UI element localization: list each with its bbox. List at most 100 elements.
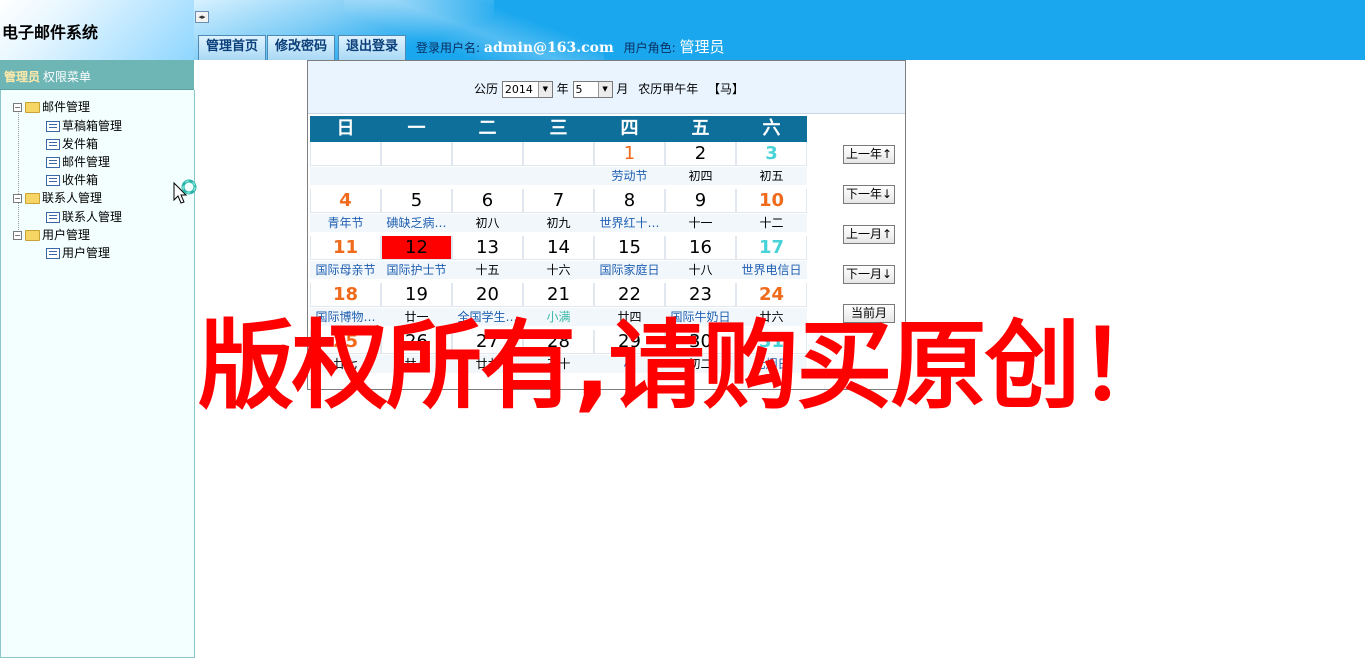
calendar-day[interactable]: 15 xyxy=(594,236,665,260)
role-value: 管理员 xyxy=(679,38,725,56)
lunar-date-label: 初五 xyxy=(736,167,807,185)
weekday-header: 五 xyxy=(665,116,736,142)
tab-home[interactable]: 管理首页 xyxy=(198,35,267,60)
tree-item-label: 草稿箱管理 xyxy=(62,119,123,133)
tree-item-drafts[interactable]: 草稿箱管理 xyxy=(46,117,122,135)
weekday-header: 四 xyxy=(594,116,665,142)
calendar-day[interactable]: 7 xyxy=(523,189,594,213)
collapse-icon[interactable]: − xyxy=(13,103,22,112)
month-label: 月 xyxy=(616,82,629,96)
year-select-value: 2014 xyxy=(504,83,533,96)
calendar-header: 公历 2014 ▼ 年 5 ▼ 月 农历甲午年 【马】 xyxy=(308,61,905,114)
prev-month-button[interactable]: 上一月↑ xyxy=(843,225,895,244)
tree-item-inbox[interactable]: 收件箱 xyxy=(46,171,98,189)
sidebar-role: 管理员 xyxy=(4,70,41,84)
calendar-day[interactable]: 24 xyxy=(736,283,807,307)
calendar-day[interactable]: 20 xyxy=(452,283,523,307)
calendar-day[interactable]: 13 xyxy=(452,236,523,260)
calendar-day[interactable]: 14 xyxy=(523,236,594,260)
weekday-header: 一 xyxy=(381,116,452,142)
tree-item-outbox[interactable]: 发件箱 xyxy=(46,135,98,153)
calendar-selector-row: 公历 2014 ▼ 年 5 ▼ 月 农历甲午年 【马】 xyxy=(474,80,744,98)
sidebar-toggle-icon[interactable]: ◂▸ xyxy=(195,11,209,23)
solar-label: 公历 xyxy=(474,82,499,96)
tree-item-label: 用户管理 xyxy=(62,246,111,260)
role-label: 用户角色: xyxy=(623,41,676,55)
month-select[interactable]: 5 ▼ xyxy=(572,81,613,98)
calendar-day[interactable]: 10 xyxy=(736,189,807,213)
calendar-day[interactable]: 11 xyxy=(310,236,381,260)
tree-item-users[interactable]: 用户管理 xyxy=(46,244,110,262)
login-info: 登录用户名: admin@163.com 用户角色: 管理员 xyxy=(416,36,725,57)
zodiac: 【马】 xyxy=(708,82,745,96)
calendar-day[interactable]: 5 xyxy=(381,189,452,213)
calendar-day[interactable]: 19 xyxy=(381,283,452,307)
calendar-day[interactable]: 21 xyxy=(523,283,594,307)
calendar-day[interactable]: 12 xyxy=(381,236,452,260)
tab-logout[interactable]: 退出登录 xyxy=(338,35,407,60)
mouse-pointer-busy-icon xyxy=(173,179,197,204)
lunar-date-label: 十六 xyxy=(523,261,594,279)
prev-year-button[interactable]: 上一年↑ xyxy=(843,145,895,164)
page-icon xyxy=(46,248,60,259)
tree-item-label: 收件箱 xyxy=(62,173,99,187)
year-select[interactable]: 2014 ▼ xyxy=(501,81,553,98)
calendar-day[interactable]: 1 xyxy=(594,142,665,166)
folder-icon xyxy=(25,230,40,241)
calendar-day[interactable]: 9 xyxy=(665,189,736,213)
lunar-date-label: 十五 xyxy=(452,261,523,279)
calendar-day[interactable]: 4 xyxy=(310,189,381,213)
month-select-value: 5 xyxy=(575,83,583,96)
page: 电子邮件系统 ◂▸ 管理首页 修改密码 退出登录 登录用户名: admin@16… xyxy=(0,0,1365,661)
next-year-button[interactable]: 下一年↓ xyxy=(843,185,895,204)
calendar-day[interactable]: 3 xyxy=(736,142,807,166)
lunar-date-label: 国际母亲节 xyxy=(310,261,381,279)
lunar-date-label: 初八 xyxy=(452,214,523,232)
collapse-icon[interactable]: − xyxy=(13,194,22,203)
tree-item-label: 联系人管理 xyxy=(62,210,123,224)
tree-item-contacts[interactable]: 联系人管理 xyxy=(46,208,122,226)
calendar-day[interactable]: 17 xyxy=(736,236,807,260)
lunar-date-label xyxy=(523,167,594,185)
tree-group-mail[interactable]: − 邮件管理 xyxy=(13,98,90,116)
calendar-day[interactable]: 2 xyxy=(665,142,736,166)
tree-item-label: 邮件管理 xyxy=(62,155,111,169)
tree-connector xyxy=(18,111,19,238)
sidebar-tree: − 邮件管理 草稿箱管理 发件箱 邮件管理 收件箱 − 联系人管理 联系人管理 − 用… xyxy=(0,90,195,658)
next-month-button[interactable]: 下一月↓ xyxy=(843,265,895,284)
calendar-day[interactable]: 23 xyxy=(665,283,736,307)
tree-item-label: 发件箱 xyxy=(62,137,99,151)
tree-group-label: 邮件管理 xyxy=(42,100,91,114)
calendar-day[interactable]: 16 xyxy=(665,236,736,260)
lunar-date-label: 国际护士节 xyxy=(381,261,452,279)
login-user-value: admin@163.com xyxy=(483,40,614,56)
lunar-year: 农历甲午年 xyxy=(638,82,699,96)
lunar-date-label: 国际家庭日 xyxy=(594,261,665,279)
calendar-day[interactable]: 6 xyxy=(452,189,523,213)
tree-group-contacts[interactable]: − 联系人管理 xyxy=(13,189,102,207)
page-icon xyxy=(46,157,60,168)
year-label: 年 xyxy=(556,82,569,96)
tree-group-users[interactable]: − 用户管理 xyxy=(13,226,90,244)
lunar-date-label: 初九 xyxy=(523,214,594,232)
dropdown-arrow-icon: ▼ xyxy=(537,82,552,97)
calendar-day[interactable]: 18 xyxy=(310,283,381,307)
lunar-date-label: 劳动节 xyxy=(594,167,665,185)
tree-group-label: 联系人管理 xyxy=(42,191,103,205)
collapse-icon[interactable]: − xyxy=(13,231,22,240)
page-icon xyxy=(46,121,60,132)
calendar-empty-cell xyxy=(523,142,594,166)
app-title: 电子邮件系统 xyxy=(2,23,99,42)
calendar-empty-cell xyxy=(381,142,452,166)
copyright-watermark: 版权所有,请购买原创！ xyxy=(198,310,1174,422)
lunar-date-label: 碘缺乏病… xyxy=(381,214,452,232)
lunar-date-label xyxy=(452,167,523,185)
weekday-header: 日 xyxy=(310,116,381,142)
calendar-day[interactable]: 8 xyxy=(594,189,665,213)
lunar-date-label: 初四 xyxy=(665,167,736,185)
page-icon xyxy=(46,139,60,150)
tab-change-password[interactable]: 修改密码 xyxy=(267,35,336,60)
calendar-day[interactable]: 22 xyxy=(594,283,665,307)
dropdown-arrow-icon: ▼ xyxy=(597,82,612,97)
tree-item-mail-manage[interactable]: 邮件管理 xyxy=(46,153,110,171)
